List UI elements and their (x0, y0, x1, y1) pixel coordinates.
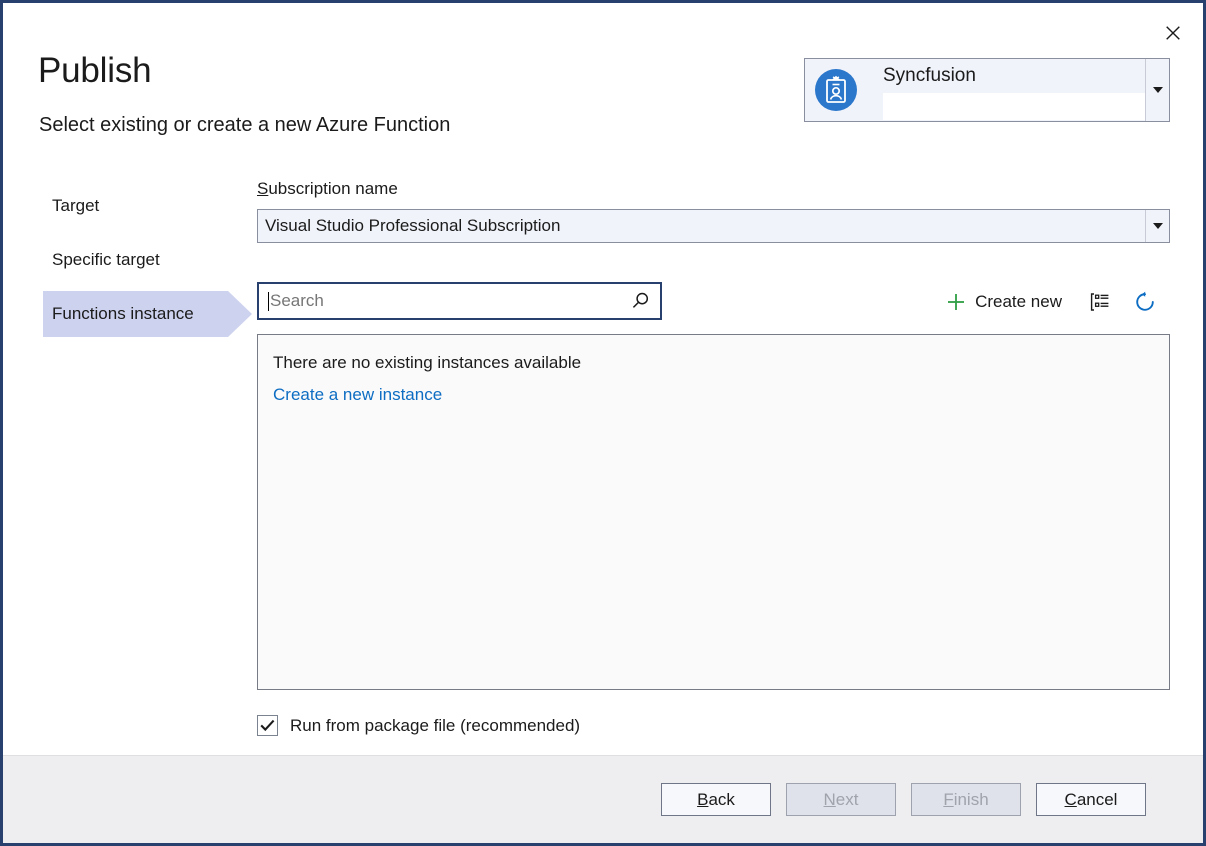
back-button[interactable]: Back (661, 783, 771, 816)
checkmark-icon (260, 719, 275, 732)
cancel-button-label: ancel (1077, 790, 1118, 809)
search-icon (630, 291, 650, 311)
chevron-down-icon (1153, 87, 1163, 94)
account-dropdown-arrow[interactable] (1145, 59, 1169, 121)
cancel-button[interactable]: Cancel (1036, 783, 1146, 816)
run-from-package-checkbox[interactable] (257, 715, 278, 736)
id-badge-icon (813, 67, 859, 113)
run-from-package-row[interactable]: Run from package file (recommended) (257, 715, 580, 736)
sidebar-item-label: Functions instance (52, 304, 194, 324)
create-new-button[interactable]: Create new (940, 289, 1068, 315)
instances-list[interactable]: There are no existing instances availabl… (257, 334, 1170, 690)
finish-button-accesskey: F (943, 790, 953, 809)
finish-button: Finish (911, 783, 1021, 816)
chevron-down-icon (1153, 223, 1163, 230)
instances-toolbar: Create new (940, 288, 1164, 316)
search-input[interactable] (269, 284, 620, 318)
sidebar-item-target[interactable]: Target (3, 183, 255, 229)
plus-icon (946, 292, 966, 312)
search-box[interactable] (257, 282, 662, 320)
account-email (883, 93, 1145, 120)
publish-dialog: Publish Select existing or create a new … (0, 0, 1206, 846)
sidebar-item-label: Target (52, 196, 99, 216)
back-button-label: ack (708, 790, 734, 809)
next-button: Next (786, 783, 896, 816)
sidebar-item-label: Specific target (52, 250, 160, 270)
next-button-label: ext (836, 790, 859, 809)
sidebar-item-specific-target[interactable]: Specific target (3, 237, 255, 283)
refresh-icon (1134, 291, 1156, 313)
run-from-package-label: Run from package file (recommended) (290, 716, 580, 736)
page-title: Publish (38, 53, 151, 88)
subscription-value: Visual Studio Professional Subscription (258, 210, 1145, 242)
finish-button-label: inish (954, 790, 989, 809)
dialog-footer: Back Next Finish Cancel (3, 755, 1203, 843)
search-button[interactable] (620, 291, 660, 311)
subscription-label-accesskey: S (257, 179, 268, 198)
create-new-instance-link[interactable]: Create a new instance (273, 384, 442, 406)
create-new-label: Create new (975, 292, 1062, 312)
close-icon (1165, 25, 1181, 41)
group-by-button[interactable] (1080, 289, 1120, 315)
avatar (805, 59, 867, 121)
wizard-nav: Target Specific target Functions instanc… (3, 183, 255, 345)
group-list-icon (1090, 292, 1110, 312)
account-name: Syncfusion (883, 59, 1145, 91)
close-button[interactable] (1155, 17, 1191, 49)
account-picker[interactable]: Syncfusion (804, 58, 1170, 122)
back-button-accesskey: B (697, 790, 708, 809)
sidebar-item-functions-instance[interactable]: Functions instance (43, 291, 228, 337)
next-button-accesskey: N (824, 790, 836, 809)
subscription-dropdown-arrow[interactable] (1145, 210, 1169, 242)
subscription-label-rest: ubscription name (268, 179, 397, 198)
page-subtitle: Select existing or create a new Azure Fu… (39, 113, 450, 137)
cancel-button-accesskey: C (1065, 790, 1077, 809)
empty-state-message: There are no existing instances availabl… (273, 352, 1169, 374)
refresh-button[interactable] (1126, 288, 1164, 316)
account-info: Syncfusion (867, 59, 1145, 121)
subscription-dropdown[interactable]: Visual Studio Professional Subscription (257, 209, 1170, 243)
subscription-label: Subscription name (257, 179, 398, 199)
